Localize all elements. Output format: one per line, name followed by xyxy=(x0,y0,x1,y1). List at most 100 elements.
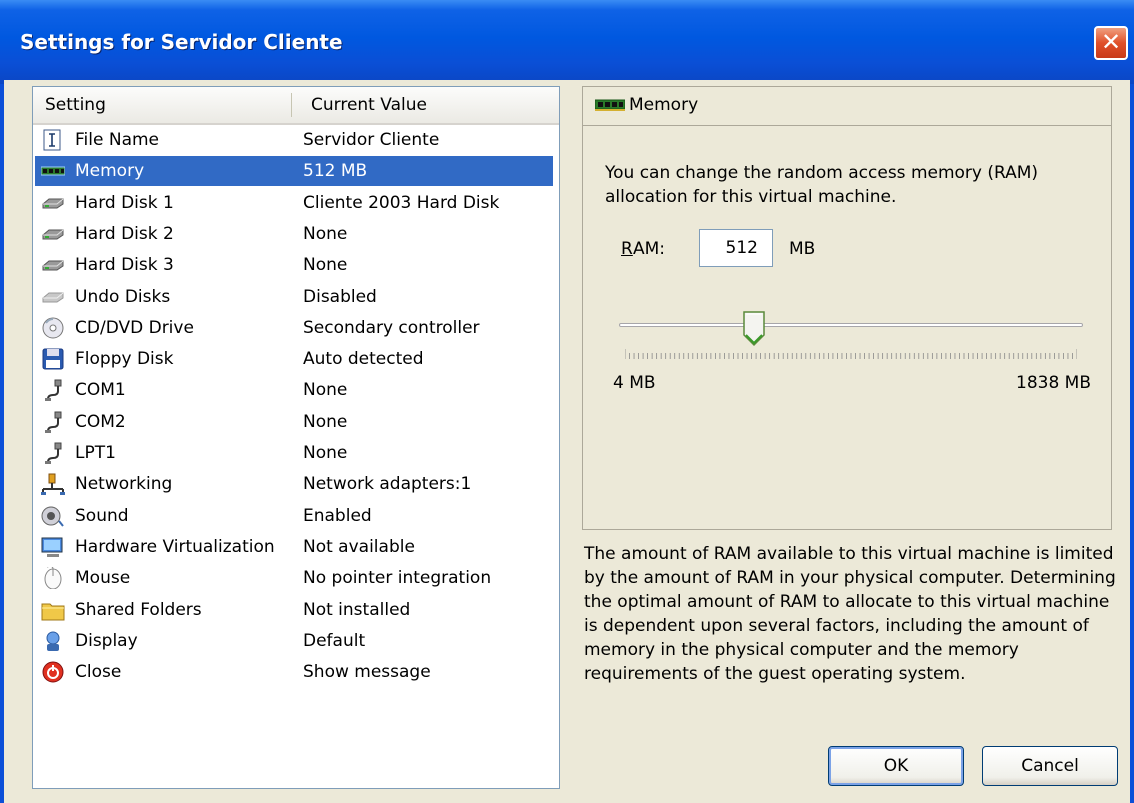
setting-label: Networking xyxy=(75,474,173,495)
setting-value: 512 MB xyxy=(303,161,368,182)
setting-value: Not installed xyxy=(303,599,411,620)
window-title: Settings for Servidor Cliente xyxy=(20,30,343,54)
setting-label: Hard Disk 1 xyxy=(75,192,174,213)
setting-label: Hard Disk 3 xyxy=(75,255,174,276)
setting-row-com1[interactable]: COM1 None xyxy=(35,375,553,405)
column-header-setting[interactable]: Setting xyxy=(45,95,106,115)
setting-row-hardware-virtualization[interactable]: Hardware Virtualization Not available xyxy=(35,532,553,562)
setting-value: No pointer integration xyxy=(303,568,492,589)
ram-help-text: The amount of RAM available to this virt… xyxy=(584,544,1116,684)
setting-row-undo-disks[interactable]: Undo Disks Disabled xyxy=(35,282,553,312)
setting-value: Enabled xyxy=(303,505,372,526)
ok-button[interactable]: OK xyxy=(828,746,964,786)
setting-row-networking[interactable]: Networking Network adapters:1 xyxy=(35,469,553,499)
ram-label: AM: xyxy=(633,239,666,259)
setting-value: None xyxy=(303,223,348,244)
close-button[interactable]: ✕ xyxy=(1094,26,1128,60)
setting-label: Floppy Disk xyxy=(75,349,174,370)
serial-cable-icon xyxy=(45,442,62,464)
ram-input[interactable] xyxy=(699,229,773,267)
setting-row-hard-disk-3[interactable]: Hard Disk 3 None xyxy=(35,250,553,280)
setting-label: COM1 xyxy=(75,380,126,401)
title-bar[interactable]: Settings for Servidor Cliente ✕ xyxy=(0,0,1134,84)
column-header-current-value[interactable]: Current Value xyxy=(311,95,427,115)
panel-title: Memory xyxy=(629,95,699,115)
settings-dialog: Settings for Servidor Cliente ✕ Setting … xyxy=(0,0,1134,803)
cd-dvd-icon xyxy=(42,317,64,339)
setting-row-shared-folders[interactable]: Shared Folders Not installed xyxy=(35,595,553,625)
display-icon xyxy=(46,631,60,651)
monitor-chip-icon xyxy=(41,537,63,557)
memory-chip-icon xyxy=(595,99,625,111)
text-cursor-icon xyxy=(43,129,61,151)
close-icon: ✕ xyxy=(1100,28,1122,56)
setting-label: CD/DVD Drive xyxy=(75,317,194,338)
setting-row-file-name[interactable]: File Name Servidor Cliente xyxy=(35,125,553,155)
setting-value: None xyxy=(303,411,348,432)
ram-label-accesskey: R xyxy=(621,239,633,259)
setting-label: COM2 xyxy=(75,411,126,432)
floppy-icon xyxy=(42,348,64,370)
setting-label: Display xyxy=(75,630,138,651)
setting-value: Default xyxy=(303,630,366,651)
setting-label: Hard Disk 2 xyxy=(75,223,174,244)
setting-value: Show message xyxy=(303,662,431,683)
setting-value: Servidor Cliente xyxy=(303,130,440,150)
setting-label: Hardware Virtualization xyxy=(75,536,275,557)
setting-row-mouse[interactable]: Mouse No pointer integration xyxy=(35,563,553,593)
memory-chip-icon xyxy=(41,166,65,176)
setting-row-display[interactable]: Display Default xyxy=(35,626,553,656)
setting-row-sound[interactable]: Sound Enabled xyxy=(35,501,553,531)
setting-label: Memory xyxy=(75,161,145,182)
setting-row-com2[interactable]: COM2 None xyxy=(35,407,553,437)
setting-label: Sound xyxy=(75,505,129,526)
cancel-button[interactable]: Cancel xyxy=(982,746,1118,786)
setting-label: Undo Disks xyxy=(75,286,171,307)
setting-label: Shared Folders xyxy=(75,599,202,620)
slider-min-label: 4 MB xyxy=(613,373,656,393)
memory-description: You can change the random access memory … xyxy=(605,163,1039,207)
settings-list[interactable]: Setting Current Value File Name Servidor … xyxy=(32,86,560,789)
undo-disk-icon xyxy=(42,292,64,302)
serial-cable-icon xyxy=(45,411,62,433)
power-icon xyxy=(42,661,64,683)
ram-unit-label: MB xyxy=(789,239,816,259)
setting-value: Secondary controller xyxy=(303,317,480,338)
setting-row-close[interactable]: Close Show message xyxy=(35,657,553,687)
setting-value: None xyxy=(303,380,348,401)
serial-cable-icon xyxy=(45,379,62,402)
slider-max-label: 1838 MB xyxy=(1016,373,1091,393)
setting-value: Disabled xyxy=(303,286,377,307)
setting-value: Cliente 2003 Hard Disk xyxy=(303,192,500,213)
list-header: Setting Current Value xyxy=(33,87,559,125)
setting-row-hard-disk-2[interactable]: Hard Disk 2 None xyxy=(35,219,553,249)
setting-row-memory[interactable]: Memory 512 MB xyxy=(35,156,553,187)
panel-header: Memory xyxy=(583,87,1111,126)
setting-label: Close xyxy=(75,662,122,683)
setting-row-floppy-disk[interactable]: Floppy Disk Auto detected xyxy=(35,344,553,374)
network-icon xyxy=(41,473,65,496)
hard-disk-icon xyxy=(42,198,64,209)
speaker-icon xyxy=(41,506,64,527)
setting-value: Not available xyxy=(303,536,415,557)
setting-value: Auto detected xyxy=(303,349,424,370)
setting-value: None xyxy=(303,255,348,276)
hard-disk-icon xyxy=(42,260,64,271)
setting-label: LPT1 xyxy=(75,443,116,463)
slider-thumb[interactable] xyxy=(742,311,765,347)
setting-row-hard-disk-1[interactable]: Hard Disk 1 Cliente 2003 Hard Disk xyxy=(35,188,553,218)
setting-row-cd-dvd-drive[interactable]: CD/DVD Drive Secondary controller xyxy=(35,313,553,343)
mouse-icon xyxy=(44,567,62,590)
setting-row-lpt1[interactable]: LPT1 None xyxy=(35,438,553,468)
slider-track[interactable] xyxy=(619,323,1083,327)
setting-value: Network adapters:1 xyxy=(303,474,472,495)
slider-ticks xyxy=(625,349,1077,359)
ram-slider[interactable] xyxy=(619,311,1083,371)
column-divider[interactable] xyxy=(291,93,292,117)
setting-label: File Name xyxy=(75,130,160,150)
setting-label: Mouse xyxy=(75,568,131,589)
hard-disk-icon xyxy=(42,229,64,240)
setting-value: None xyxy=(303,443,348,463)
folder-icon xyxy=(41,603,65,620)
memory-panel: Memory You can change the random access … xyxy=(582,86,1112,530)
